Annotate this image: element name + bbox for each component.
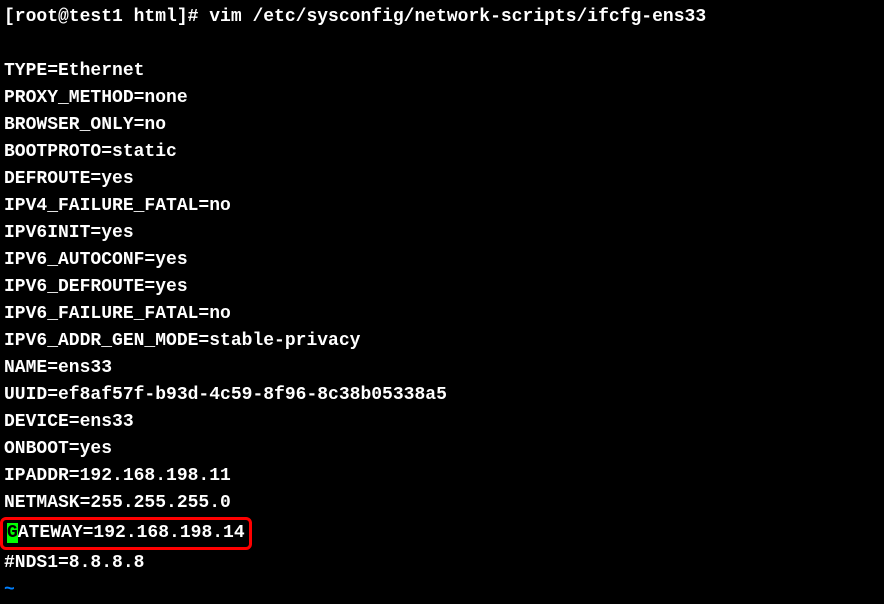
config-line: IPV6_AUTOCONF=yes: [4, 247, 880, 274]
config-line: IPADDR=192.168.198.11: [4, 463, 880, 490]
config-line: BROWSER_ONLY=no: [4, 112, 880, 139]
highlight-box: GATEWAY=192.168.198.14: [0, 517, 252, 550]
config-line: IPV6_ADDR_GEN_MODE=stable-privacy: [4, 328, 880, 355]
cursor-position: G: [7, 523, 18, 543]
highlighted-gateway-line: GATEWAY=192.168.198.14: [4, 517, 880, 550]
config-line: BOOTPROTO=static: [4, 139, 880, 166]
command-prompt-line: [root@test1 html]# vim /etc/sysconfig/ne…: [4, 4, 880, 31]
config-line: DEVICE=ens33: [4, 409, 880, 436]
config-line: IPV6_DEFROUTE=yes: [4, 274, 880, 301]
vim-tilde-line: ~: [4, 577, 880, 604]
config-line: ONBOOT=yes: [4, 436, 880, 463]
gateway-text: ATEWAY=192.168.198.14: [18, 523, 245, 543]
config-line: UUID=ef8af57f-b93d-4c59-8f96-8c38b05338a…: [4, 382, 880, 409]
terminal-window[interactable]: [root@test1 html]# vim /etc/sysconfig/ne…: [4, 4, 880, 604]
config-line: IPV6INIT=yes: [4, 220, 880, 247]
config-line: NAME=ens33: [4, 355, 880, 382]
config-line: IPV4_FAILURE_FATAL=no: [4, 193, 880, 220]
config-line: TYPE=Ethernet: [4, 58, 880, 85]
config-line: DEFROUTE=yes: [4, 166, 880, 193]
blank-line: [4, 31, 880, 58]
config-line: IPV6_FAILURE_FATAL=no: [4, 301, 880, 328]
config-line: PROXY_METHOD=none: [4, 85, 880, 112]
config-line: #NDS1=8.8.8.8: [4, 550, 880, 577]
config-line: NETMASK=255.255.255.0: [4, 490, 880, 517]
